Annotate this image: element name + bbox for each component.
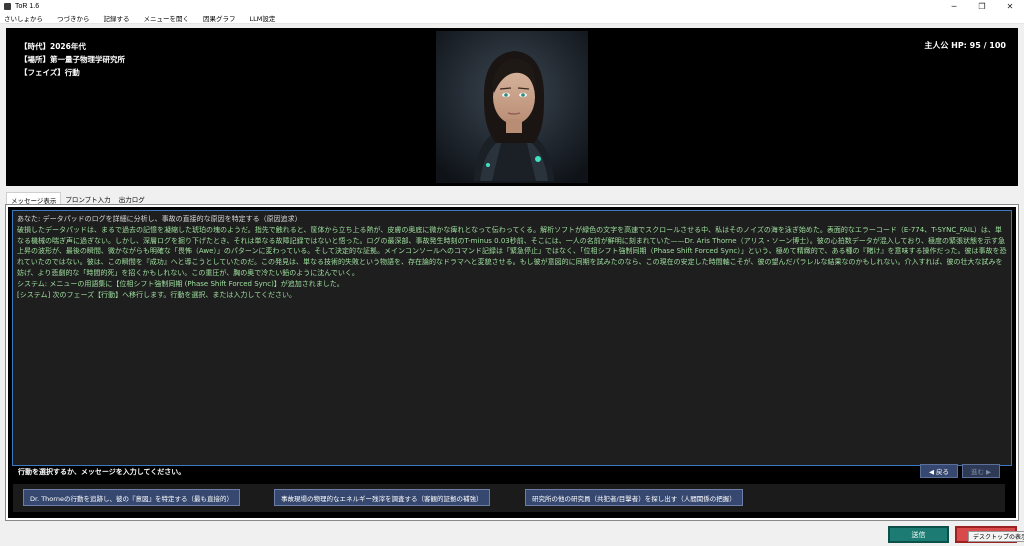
- log-narrative: 破損したデータパッドは、まるで過去の記憶を凝縮した琥珀の塊のようだ。指先で触れる…: [17, 225, 1007, 277]
- scene-info: 【時代】2026年代 【場所】第一量子物理学研究所 【フェイズ】行動: [20, 40, 125, 79]
- tab-output-log[interactable]: 出力ログ: [115, 192, 149, 205]
- forward-button[interactable]: 進む ▶: [962, 464, 1000, 478]
- log-user-line: あなた: データパッドのログを詳細に分析し、事故の直接的な原因を特定する（原因追…: [17, 215, 302, 223]
- send-button[interactable]: 送信: [888, 526, 949, 543]
- menu-continue[interactable]: つづきから: [57, 13, 90, 23]
- close-button[interactable]: ✕: [996, 0, 1024, 12]
- maximize-button[interactable]: ❐: [968, 0, 996, 12]
- choice-button-2[interactable]: 事故現場の物理的なエネルギー残滓を調査する（客観的証拠の補強）: [274, 489, 490, 506]
- place-label: 【場所】第一量子物理学研究所: [20, 55, 125, 64]
- menu-save[interactable]: 記録する: [104, 13, 130, 23]
- menu-bar: さいしょから つづきから 記録する メニューを開く 因果グラフ LLM設定: [0, 12, 1024, 24]
- choices-panel: Dr. Thorneの行動を追跡し、彼の『意図』を特定する（最も直接的） 事故現…: [13, 484, 1005, 512]
- message-frame: あなた: データパッドのログを詳細に分析し、事故の直接的な原因を特定する（原因追…: [5, 204, 1019, 521]
- window-controls: ─ ❐ ✕: [940, 0, 1024, 12]
- menu-causal-graph[interactable]: 因果グラフ: [203, 13, 236, 23]
- log-system-line: システム: メニューの用語集に【位相シフト強制同期 (Phase Shift F…: [17, 279, 344, 288]
- era-label: 【時代】2026年代: [20, 42, 86, 51]
- app-window: ToR 1.6 ─ ❐ ✕ さいしょから つづきから 記録する メニューを開く …: [0, 0, 1024, 546]
- back-button[interactable]: ◀ 戻る: [920, 464, 958, 478]
- choice-button-3[interactable]: 研究所の他の研究員（共犯者/目撃者）を探し出す（人間関係の把握）: [525, 489, 743, 506]
- message-log[interactable]: あなた: データパッドのログを詳細に分析し、事故の直接的な原因を特定する（原因追…: [12, 210, 1012, 466]
- action-prompt: 行動を選択するか、メッセージを入力してください。: [18, 468, 186, 476]
- status-panel: 【時代】2026年代 【場所】第一量子物理学研究所 【フェイズ】行動 主人公 H…: [6, 28, 1018, 186]
- phase-label: 【フェイズ】行動: [20, 68, 80, 77]
- title-bar: ToR 1.6 ─ ❐ ✕: [0, 0, 1024, 12]
- minimize-button[interactable]: ─: [940, 0, 968, 12]
- menu-new-game[interactable]: さいしょから: [4, 13, 43, 23]
- desktop-tooltip: デスクトップの表示: [968, 531, 1024, 542]
- portrait-illustration: [436, 31, 588, 183]
- window-title: ToR 1.6: [15, 2, 40, 10]
- tab-message-view[interactable]: メッセージ表示: [6, 192, 62, 205]
- character-portrait: [436, 31, 588, 183]
- log-phase-line: [システム] 次のフェーズ【行動】へ移行します。行動を選択、または入力してくださ…: [17, 290, 297, 299]
- menu-llm-settings[interactable]: LLM設定: [250, 13, 276, 23]
- menu-open-menu[interactable]: メニューを開く: [144, 13, 190, 23]
- hp-readout: 主人公 HP: 95 / 100: [924, 41, 1006, 50]
- tab-bar: メッセージ表示 プロンプト入力 出力ログ: [6, 192, 149, 205]
- tab-prompt-input[interactable]: プロンプト入力: [61, 192, 114, 205]
- app-icon: [4, 2, 11, 10]
- choice-button-1[interactable]: Dr. Thorneの行動を追跡し、彼の『意図』を特定する（最も直接的）: [23, 489, 240, 506]
